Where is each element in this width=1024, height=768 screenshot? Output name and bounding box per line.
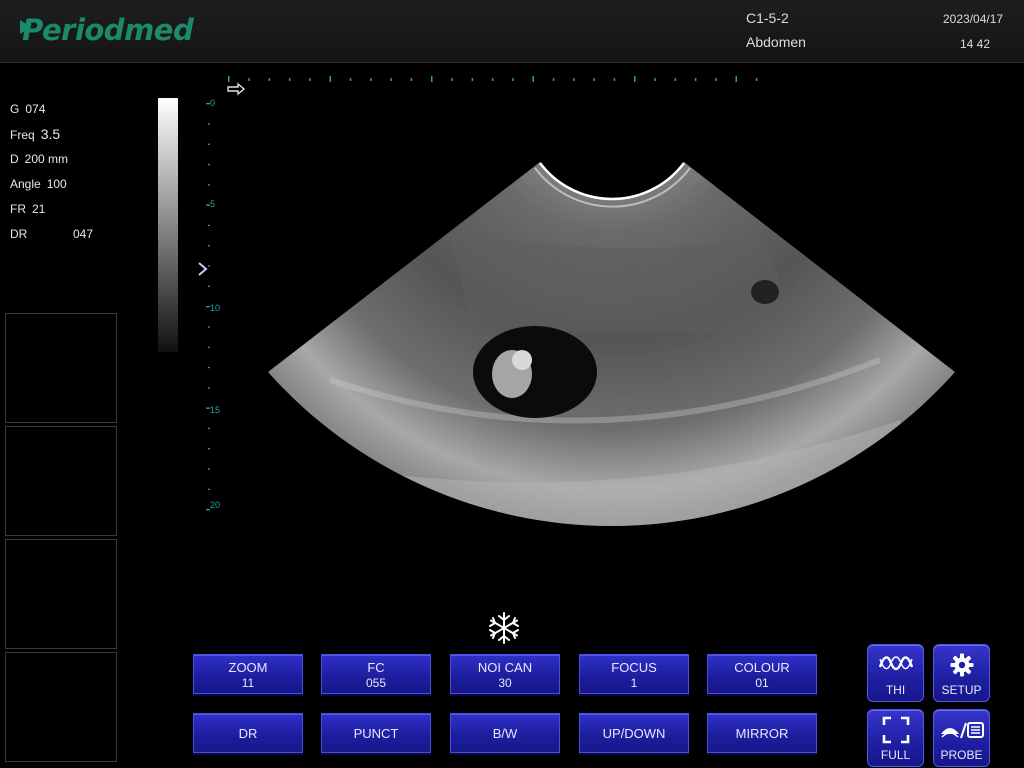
full-button[interactable]: FULL: [867, 709, 924, 767]
colour-button[interactable]: COLOUR 01: [707, 654, 817, 694]
ruler-tick: [512, 78, 514, 81]
ruler-tick: [674, 78, 677, 81]
ruler-tick: [532, 76, 534, 82]
fc-button[interactable]: FC 055: [321, 654, 431, 694]
depth-tick: [208, 184, 210, 186]
imaging-parameters: G 074 Freq 3.5 D 200 mm Angle 100 FR 21 DR 047: [10, 97, 120, 247]
grayscale-bar: [158, 98, 178, 352]
ruler-tick: [694, 78, 697, 81]
depth-label-5: 5: [210, 199, 215, 209]
ruler-tick: [349, 78, 352, 81]
param-angle: Angle 100: [10, 177, 67, 191]
snowflake-icon: [489, 612, 519, 644]
depth-tick: [208, 143, 210, 145]
param-gain: G 074: [10, 102, 46, 116]
ruler-tick: [451, 78, 453, 81]
ruler-tick: [634, 76, 636, 82]
wave-icon: [878, 656, 913, 671]
depth-label-15: 15: [210, 405, 220, 415]
ruler-tick: [370, 78, 372, 81]
setup-button[interactable]: SETUP: [933, 644, 990, 702]
ruler-tick: [471, 78, 474, 81]
up-down-button[interactable]: UP/DOWN: [579, 713, 689, 753]
bw-button[interactable]: B/W: [450, 713, 560, 753]
depth-tick: [208, 163, 210, 166]
ruler-tick: [309, 78, 311, 81]
logo-mark-icon: [20, 20, 31, 34]
thumbnail-slot-1[interactable]: [5, 313, 117, 423]
param-frequency: Freq 3.5: [10, 126, 61, 142]
depth-tick: [208, 468, 210, 470]
thumbnail-slot-2[interactable]: [5, 426, 117, 536]
ruler-tick: [268, 78, 271, 81]
ruler-tick: [613, 78, 616, 81]
depth-scale: 0 5 10 15 20: [206, 98, 220, 511]
ruler-tick: [715, 78, 717, 81]
date: 2023/04/17: [943, 12, 1004, 26]
depth-tick: [208, 427, 210, 430]
ruler-tick: [552, 78, 555, 81]
depth-tick: [208, 346, 210, 348]
gear-icon: [950, 653, 973, 677]
ruler-tick: [288, 78, 291, 81]
orientation-arrow-icon: [227, 82, 246, 96]
fullscreen-icon: [882, 716, 909, 744]
ruler-tick: [735, 76, 737, 82]
thi-button[interactable]: THI: [867, 644, 924, 702]
brand-logo: Periodmed: [20, 12, 194, 48]
punct-button[interactable]: PUNCT: [321, 713, 431, 753]
depth-tick: [208, 245, 210, 247]
focus-button[interactable]: FOCUS 1: [579, 654, 689, 694]
param-frame-rate: FR 21: [10, 202, 46, 216]
depth-tick: [208, 265, 210, 267]
ruler-tick: [755, 78, 758, 81]
ruler-tick: [491, 78, 494, 81]
ruler-tick: [593, 78, 595, 81]
focus-marker-icon[interactable]: [198, 262, 208, 276]
probe-button[interactable]: PROBE: [933, 709, 990, 767]
ruler-tick: [329, 76, 331, 82]
depth-tick: [208, 488, 210, 490]
probe-icon: [940, 722, 984, 739]
param-depth: D 200 mm: [10, 152, 69, 166]
depth-tick: [208, 387, 210, 389]
dr-button[interactable]: DR: [193, 713, 303, 753]
time: 14 42: [960, 37, 991, 51]
depth-tick: [208, 366, 210, 369]
header-bar: Periodmed C1-5-2 Abdomen 2023/04/17 14 4…: [0, 0, 1024, 63]
depth-tick: [208, 448, 210, 450]
ruler-tick: [410, 78, 413, 81]
depth-label-20: 20: [210, 500, 220, 510]
brand-name: Periodmed: [22, 13, 194, 47]
depth-label-10: 10: [210, 303, 220, 313]
depth-label-0: 0: [210, 98, 215, 108]
depth-tick: [208, 285, 210, 287]
ruler-tick: [248, 78, 250, 81]
depth-tick: [208, 224, 210, 227]
mirror-button[interactable]: MIRROR: [707, 713, 817, 753]
lateral-ruler: [228, 76, 758, 82]
ruler-tick: [431, 76, 433, 82]
thumbnail-slot-4[interactable]: [5, 652, 117, 762]
exam-preset: Abdomen: [746, 34, 806, 50]
thumbnail-slot-3[interactable]: [5, 539, 117, 649]
ruler-tick: [390, 78, 392, 81]
depth-tick: [208, 326, 210, 328]
param-dynamic-range: DR 047: [10, 227, 94, 241]
depth-tick: [208, 123, 210, 125]
ruler-tick: [573, 78, 575, 81]
noise-cancel-button[interactable]: NOI CAN 30: [450, 654, 560, 694]
ruler-tick: [654, 78, 656, 81]
zoom-button[interactable]: ZOOM 11: [193, 654, 303, 694]
probe-model: C1-5-2: [746, 10, 789, 26]
